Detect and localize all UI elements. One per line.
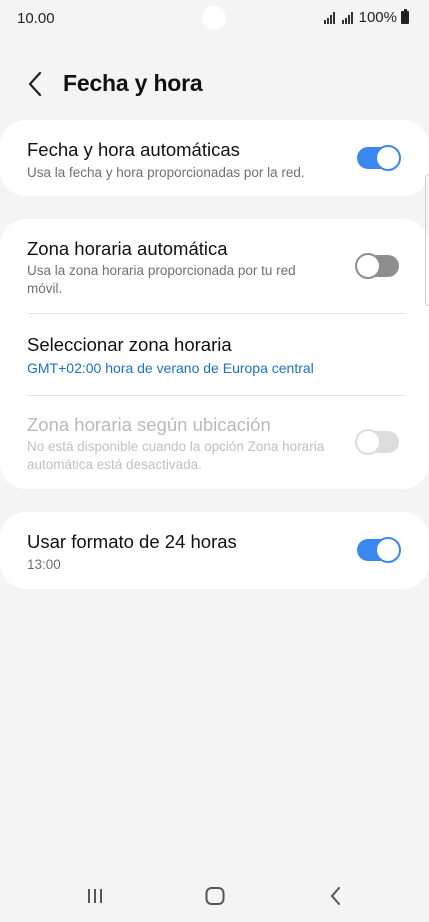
row-auto-datetime[interactable]: Fecha y hora automáticas Usa la fecha y … (0, 120, 429, 196)
navigation-bar (0, 872, 429, 922)
row-title: Zona horaria según ubicación (27, 414, 271, 435)
row-auto-timezone[interactable]: Zona horaria automática Usa la zona hora… (0, 219, 429, 313)
status-icons: 100% (323, 9, 409, 26)
location-timezone-toggle (355, 429, 399, 455)
row-24h-format[interactable]: Usar formato de 24 horas 13:00 (0, 512, 429, 589)
battery-icon (401, 9, 409, 24)
row-subtitle: No está disponible cuando la opción Zona… (27, 439, 325, 472)
edge-panel-handle[interactable] (425, 174, 429, 306)
recents-button[interactable] (80, 882, 110, 910)
row-title: Zona horaria automática (27, 238, 228, 259)
timezone-value: GMT+02:00 hora de verano de Europa centr… (27, 360, 314, 376)
auto-timezone-toggle[interactable] (355, 253, 399, 279)
chevron-left-icon (28, 71, 42, 97)
toggle-knob (375, 145, 401, 171)
row-subtitle: Usa la fecha y hora proporcionadas por l… (27, 165, 305, 180)
card-24h-format: Usar formato de 24 horas 13:00 (0, 512, 429, 589)
card-auto-datetime: Fecha y hora automáticas Usa la fecha y … (0, 120, 429, 196)
toggle-knob (355, 253, 381, 279)
back-button[interactable] (25, 70, 47, 98)
24h-format-toggle[interactable] (357, 537, 401, 563)
back-icon (331, 887, 340, 905)
page-title: Fecha y hora (63, 70, 203, 96)
signal-icon (341, 11, 353, 24)
screen: 10.00 100% Fecha y hora Fecha y hora aut… (0, 0, 429, 922)
card-timezone: Zona horaria automática Usa la zona hora… (0, 219, 429, 489)
row-select-timezone[interactable]: Seleccionar zona horaria GMT+02:00 hora … (0, 314, 429, 395)
signal-icon (323, 11, 335, 24)
home-icon (205, 887, 225, 905)
row-title: Usar formato de 24 horas (27, 531, 237, 552)
status-bar: 10.00 100% (0, 0, 429, 36)
row-subtitle: 13:00 (27, 557, 61, 572)
row-title: Fecha y hora automáticas (27, 139, 240, 160)
row-title: Seleccionar zona horaria (27, 334, 232, 355)
auto-datetime-toggle[interactable] (357, 145, 401, 171)
home-button[interactable] (200, 882, 230, 910)
status-time: 10.00 (17, 10, 55, 27)
row-subtitle: Usa la zona horaria proporcionada por tu… (27, 263, 296, 296)
app-header: Fecha y hora (0, 62, 429, 108)
toggle-knob (355, 429, 381, 455)
back-nav-button[interactable] (321, 882, 351, 910)
battery-label: 100% (358, 9, 397, 26)
recents-icon (88, 889, 102, 903)
row-location-timezone: Zona horaria según ubicación No está dis… (0, 396, 429, 489)
camera-cutout (202, 6, 226, 30)
toggle-knob (375, 537, 401, 563)
